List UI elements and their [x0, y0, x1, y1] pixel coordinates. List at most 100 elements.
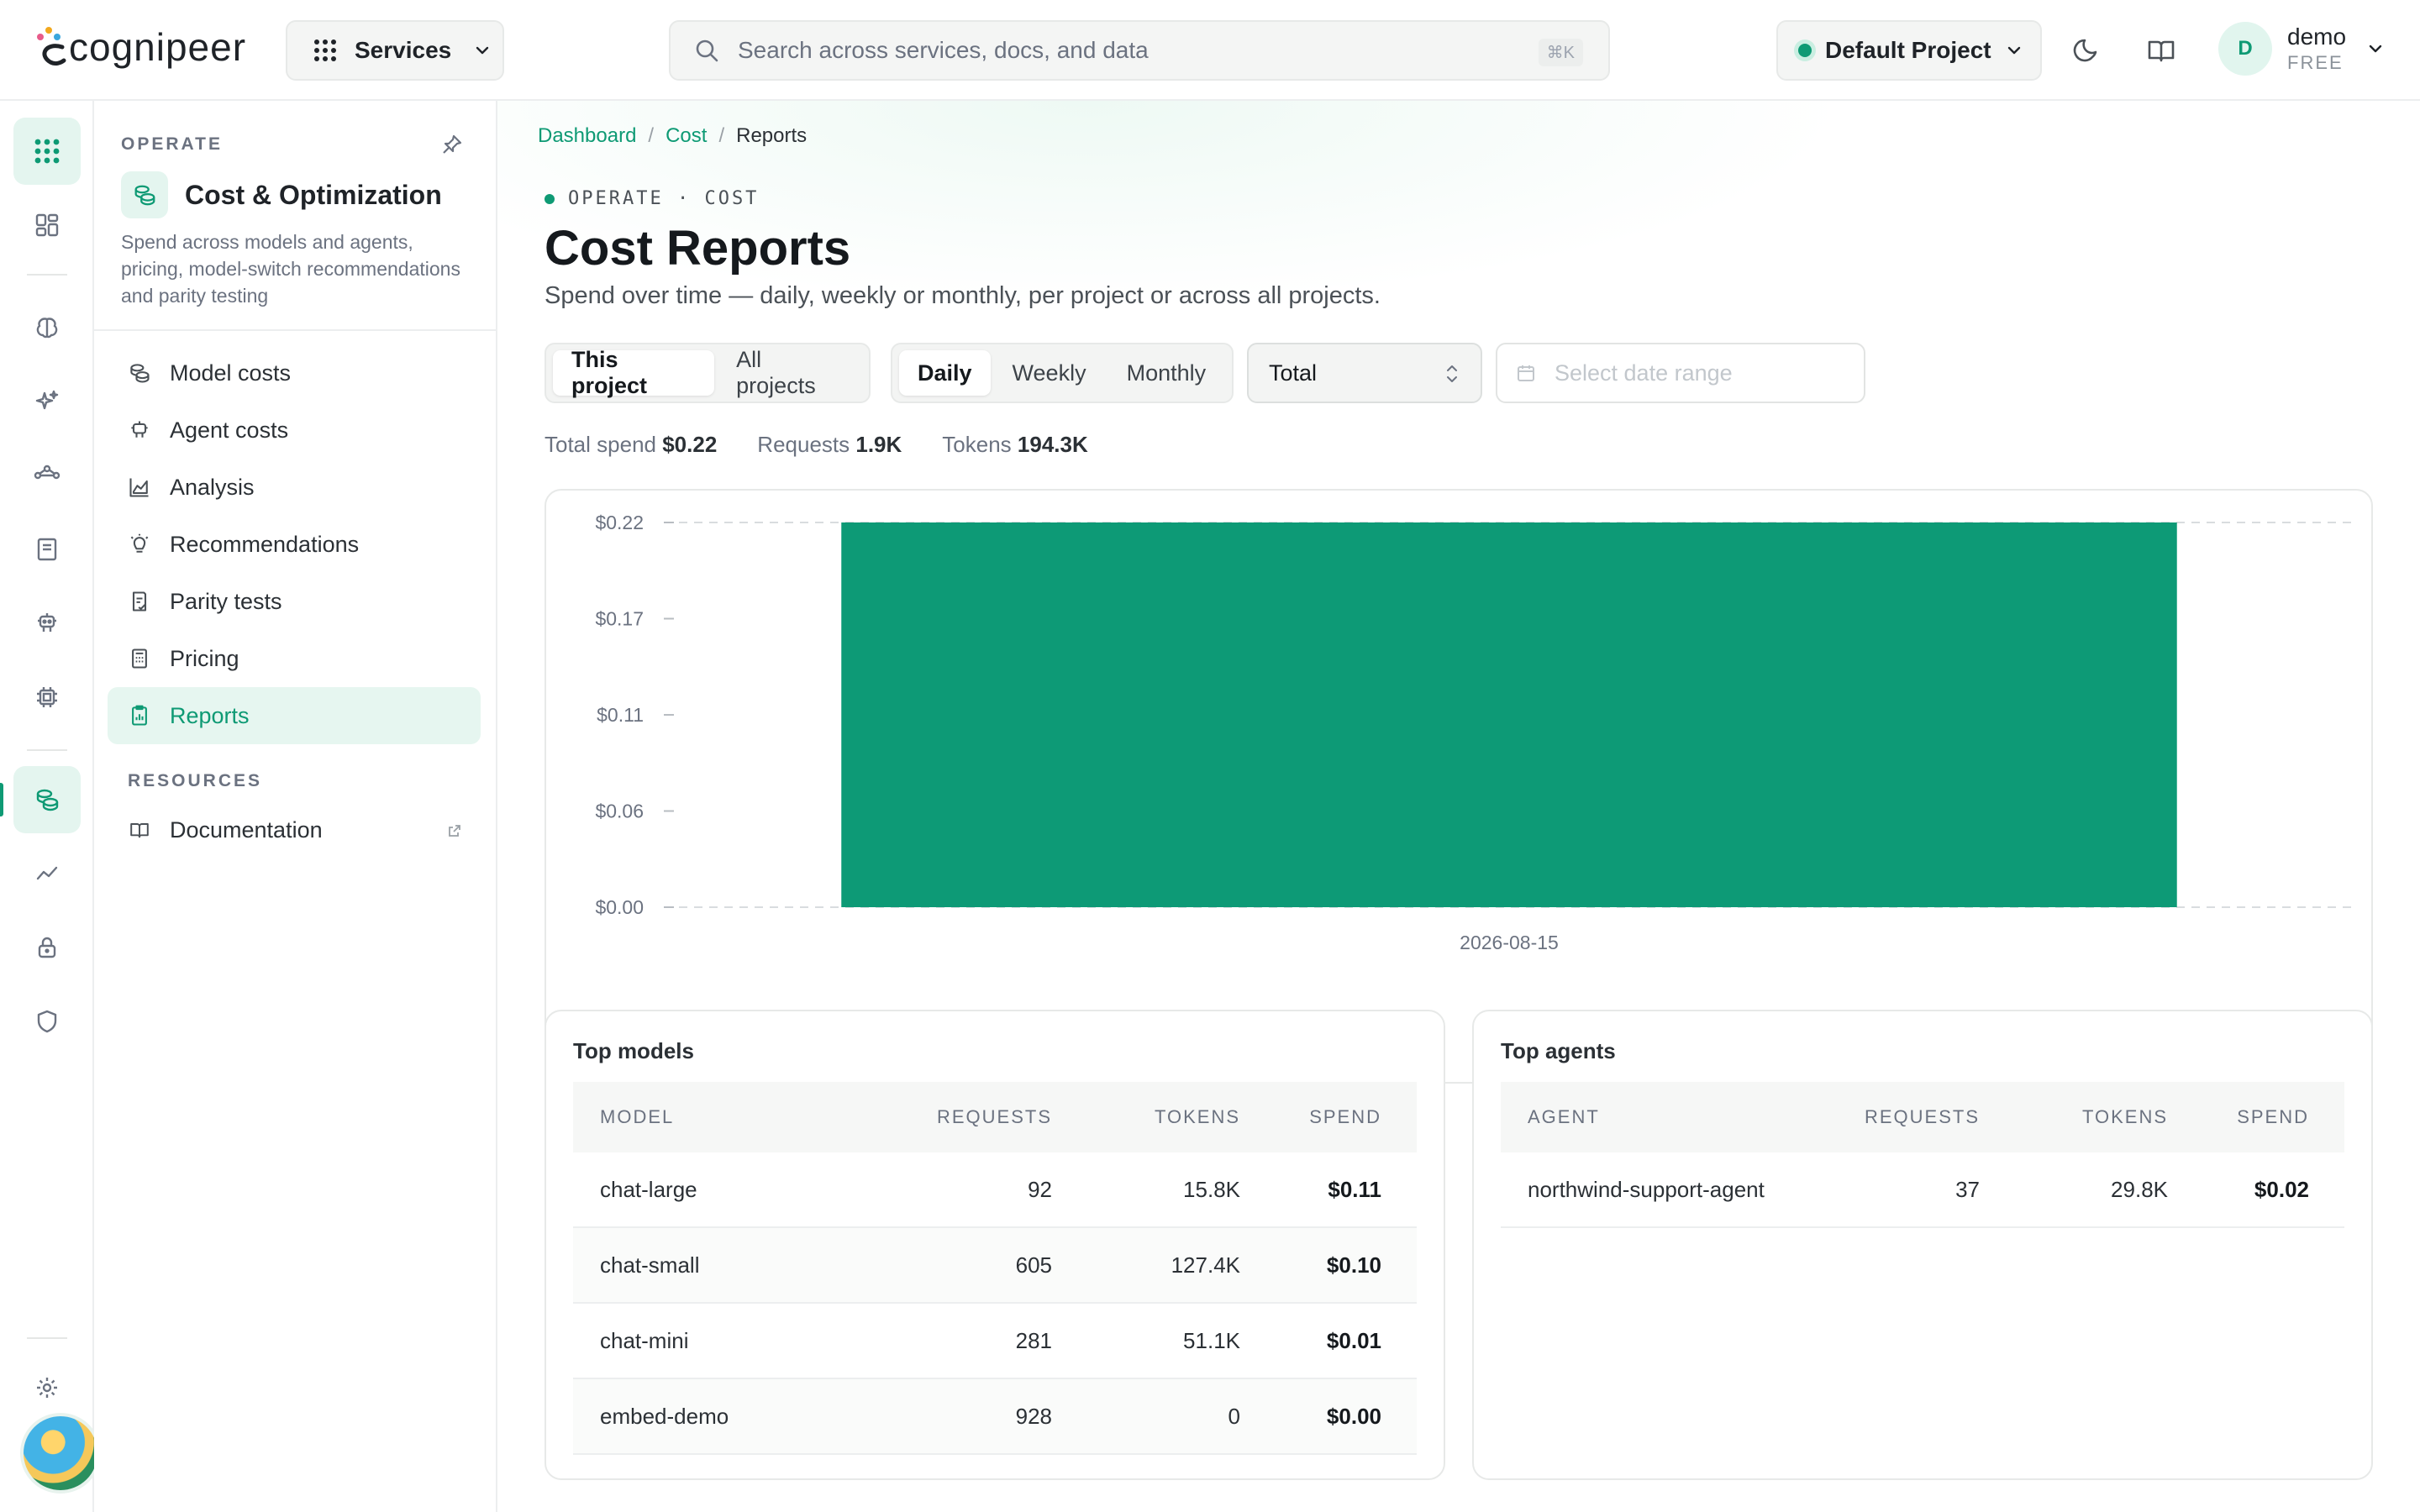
rail-divider — [27, 1337, 67, 1339]
rail-analytics[interactable] — [13, 840, 81, 907]
search-input[interactable] — [738, 37, 1494, 64]
top-models-title: Top models — [573, 1038, 694, 1063]
breadcrumb-link-dashboard[interactable]: Dashboard — [538, 124, 636, 148]
rail-guardrails[interactable] — [13, 988, 81, 1055]
section-sidebar: OPERATE Cost & Optimization Spend across… — [94, 101, 497, 1512]
column-header[interactable]: REQUESTS — [876, 1106, 1052, 1128]
sidebar-item-model-costs[interactable]: Model costs — [108, 344, 481, 402]
project-status-dot — [1798, 44, 1812, 57]
sidebar-item-parity-tests[interactable]: Parity tests — [108, 573, 481, 630]
sidebar-item-agent-costs[interactable]: Agent costs — [108, 402, 481, 459]
section-description: Spend across models and agents, pricing,… — [121, 231, 460, 307]
sidebar-item-label: Model costs — [170, 360, 292, 386]
resources-heading: RESOURCES — [128, 771, 263, 790]
logo-text: cognipeer — [69, 25, 247, 69]
clipboard-check-icon — [132, 591, 147, 612]
table-cell: 92 — [1028, 1176, 1052, 1202]
sidebar-item-label: Documentation — [170, 816, 323, 843]
column-header[interactable]: REQUESTS — [1803, 1106, 1980, 1128]
column-header[interactable]: SPEND — [2168, 1106, 2309, 1128]
column-header[interactable]: AGENT — [1501, 1106, 1803, 1128]
sidebar-item-label: Recommendations — [170, 531, 360, 557]
model-row[interactable]: chat-small 605 127.4K $0.10 — [573, 1228, 1417, 1304]
moon-icon[interactable] — [2070, 34, 2104, 67]
rail-settings[interactable] — [13, 1354, 81, 1421]
rail-models[interactable] — [13, 294, 81, 361]
table-cell: $0.11 — [1328, 1176, 1381, 1202]
spend-bar-chart: $0.00 $0.06 $0.11 $0.17 $0.22 2026-08-15 — [595, 512, 2354, 953]
rail-apps[interactable] — [13, 118, 81, 185]
table-cell: 127.4K — [1171, 1252, 1240, 1278]
eyebrow-dot — [544, 193, 555, 204]
column-header[interactable]: TOKENS — [1980, 1106, 2168, 1128]
rail-compute[interactable] — [13, 664, 81, 731]
page-title: Cost Reports — [544, 221, 851, 276]
robot-icon — [38, 613, 56, 632]
chip-icon — [37, 687, 57, 707]
period-daily[interactable]: Daily — [899, 350, 991, 396]
period-weekly[interactable]: Weekly — [994, 350, 1105, 396]
sidebar-item-documentation[interactable]: Documentation — [108, 801, 481, 858]
trend-line-icon — [36, 866, 58, 880]
table-cell: chat-small — [600, 1252, 700, 1278]
rail-knowledge[interactable] — [13, 516, 81, 583]
column-header[interactable]: MODEL — [573, 1106, 876, 1128]
breadcrumb-current: Reports — [736, 124, 808, 147]
user-menu[interactable]: D demo FREE — [2218, 22, 2385, 76]
scope-toggle: This project All projects — [544, 343, 871, 403]
top-models-table: MODEL REQUESTS TOKENS SPEND chat-large 92 15.8… — [573, 1082, 1417, 1455]
breadcrumb-link-cost[interactable]: Cost — [666, 124, 707, 148]
logo-mark-icon — [37, 27, 66, 66]
avatar: D — [2218, 22, 2272, 76]
chevron-down-icon — [2369, 45, 2382, 53]
period-monthly[interactable]: Monthly — [1108, 350, 1225, 396]
stat-requests: Requests 1.9K — [757, 432, 902, 457]
rail-active-indicator — [0, 783, 3, 816]
table-cell: 928 — [1015, 1403, 1052, 1429]
top-agents-card: Top agents AGENT REQUESTS TOKENS SPEND north… — [1472, 1010, 2373, 1480]
services-button[interactable]: Services — [286, 20, 504, 81]
sidebar-item-pricing[interactable]: Pricing — [108, 630, 481, 687]
table-cell: $0.01 — [1326, 1327, 1381, 1353]
pin-icon[interactable] — [440, 133, 464, 156]
model-row[interactable]: embed-demo 928 0 $0.00 — [573, 1379, 1417, 1455]
rail-cost[interactable] — [13, 766, 81, 833]
y-tick-label: $0.11 — [597, 704, 644, 726]
sidebar-item-label: Reports — [170, 702, 250, 728]
rail-workflows[interactable] — [13, 442, 81, 509]
global-search[interactable]: ⌘K — [669, 20, 1610, 81]
sidebar-item-analysis[interactable]: Analysis — [108, 459, 481, 516]
dashboard-icon — [35, 213, 59, 237]
workspace-avatar[interactable] — [20, 1413, 101, 1494]
book-open-icon[interactable] — [2144, 34, 2178, 67]
book-open-icon — [130, 823, 149, 838]
logo[interactable]: cognipeer — [34, 22, 246, 72]
rail-dashboard[interactable] — [13, 192, 81, 259]
rail-security[interactable] — [13, 914, 81, 981]
scope-this-project[interactable]: This project — [553, 347, 715, 398]
stat-tokens: Tokens 194.3K — [942, 432, 1088, 457]
table-cell: chat-large — [600, 1176, 697, 1202]
robot-icon — [131, 421, 148, 438]
brain-icon — [36, 318, 58, 339]
group-by-select[interactable]: Total — [1247, 343, 1482, 403]
model-row[interactable]: chat-large 92 15.8K $0.11 — [573, 1152, 1417, 1228]
date-range-picker[interactable]: Select date range — [1496, 343, 1865, 403]
project-switcher[interactable]: Default Project — [1776, 20, 2042, 81]
rail-agents[interactable] — [13, 590, 81, 657]
rail-ai[interactable] — [13, 368, 81, 435]
workflow-icon — [34, 465, 60, 480]
model-row[interactable]: chat-mini 281 51.1K $0.01 — [573, 1304, 1417, 1379]
scope-all-projects[interactable]: All projects — [718, 347, 862, 398]
sidebar-item-recommendations[interactable]: Recommendations — [108, 516, 481, 573]
breadcrumb-separator: / — [648, 124, 655, 147]
date-range-placeholder: Select date range — [1555, 360, 1733, 386]
services-label: Services — [355, 37, 452, 63]
column-header[interactable]: SPEND — [1240, 1106, 1381, 1128]
chevron-down-icon — [2007, 46, 2020, 55]
sidebar-item-reports[interactable]: Reports — [108, 687, 481, 744]
agent-row[interactable]: northwind-support-agent 37 29.8K $0.02 — [1501, 1152, 2344, 1228]
column-header[interactable]: TOKENS — [1052, 1106, 1240, 1128]
table-cell: 281 — [1015, 1327, 1052, 1353]
section-title: Cost & Optimization — [185, 179, 442, 210]
